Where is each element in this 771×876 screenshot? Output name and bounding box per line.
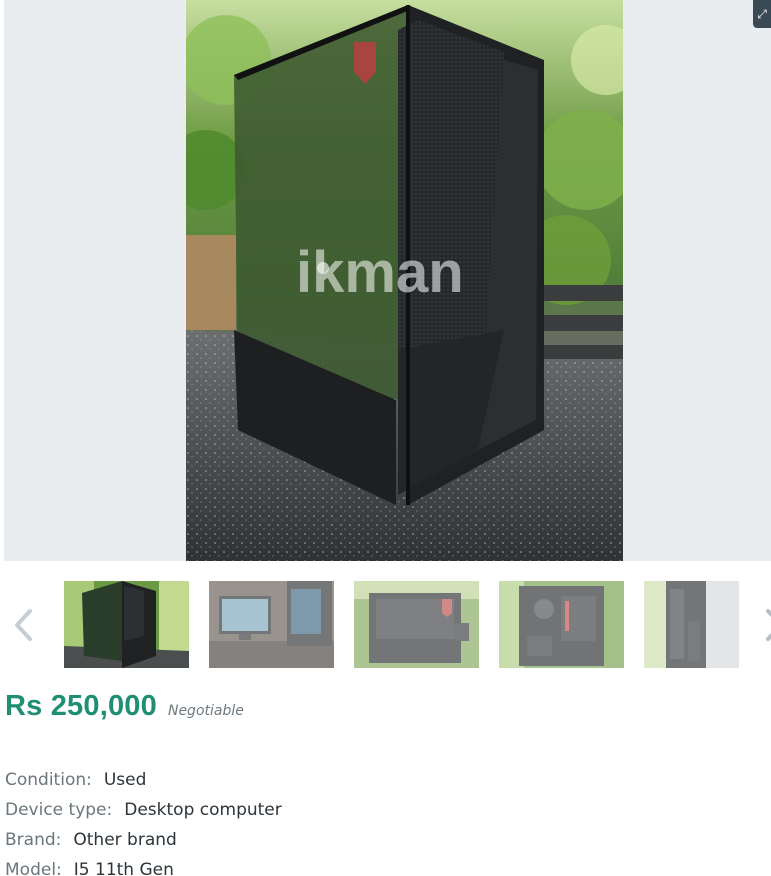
attributes-list: Condition: Used Device type: Desktop compu…	[5, 768, 765, 876]
attribute-condition: Condition: Used	[5, 768, 765, 798]
attribute-value: Desktop computer	[124, 800, 282, 820]
attribute-device-type: Device type: Desktop computer	[5, 798, 765, 828]
thumbnail-2[interactable]	[209, 581, 334, 668]
attribute-label: Device type:	[5, 800, 113, 820]
attribute-value: I5 11th Gen	[73, 860, 174, 876]
thumbnail-1[interactable]	[64, 581, 189, 668]
thumbnail-5[interactable]	[644, 581, 739, 668]
attribute-value: Other brand	[73, 830, 177, 850]
main-product-photo[interactable]: ikman	[186, 0, 623, 561]
price-row: Rs 250,000 Negotiable	[5, 690, 244, 730]
expand-icon[interactable]: ⤢	[753, 0, 771, 28]
thumbnail-3[interactable]	[354, 581, 479, 668]
negotiable-label: Negotiable	[167, 703, 244, 719]
thumbnail-strip	[0, 561, 771, 681]
chevron-left-icon[interactable]	[10, 605, 40, 645]
attribute-label: Condition:	[5, 770, 92, 790]
attribute-value: Used	[103, 770, 147, 790]
chevron-right-icon[interactable]	[758, 605, 771, 645]
thumbnail-4[interactable]	[499, 581, 624, 668]
image-viewer: ikman ⤢	[4, 0, 771, 561]
attribute-label: Brand:	[5, 830, 62, 850]
attribute-brand: Brand: Other brand	[5, 828, 765, 858]
attribute-model: Model: I5 11th Gen	[5, 858, 765, 876]
listing-page: ikman ⤢ Rs 250,000 Negotiable Condition:…	[0, 0, 771, 876]
price: Rs 250,000	[5, 690, 157, 722]
attribute-label: Model:	[5, 860, 62, 876]
